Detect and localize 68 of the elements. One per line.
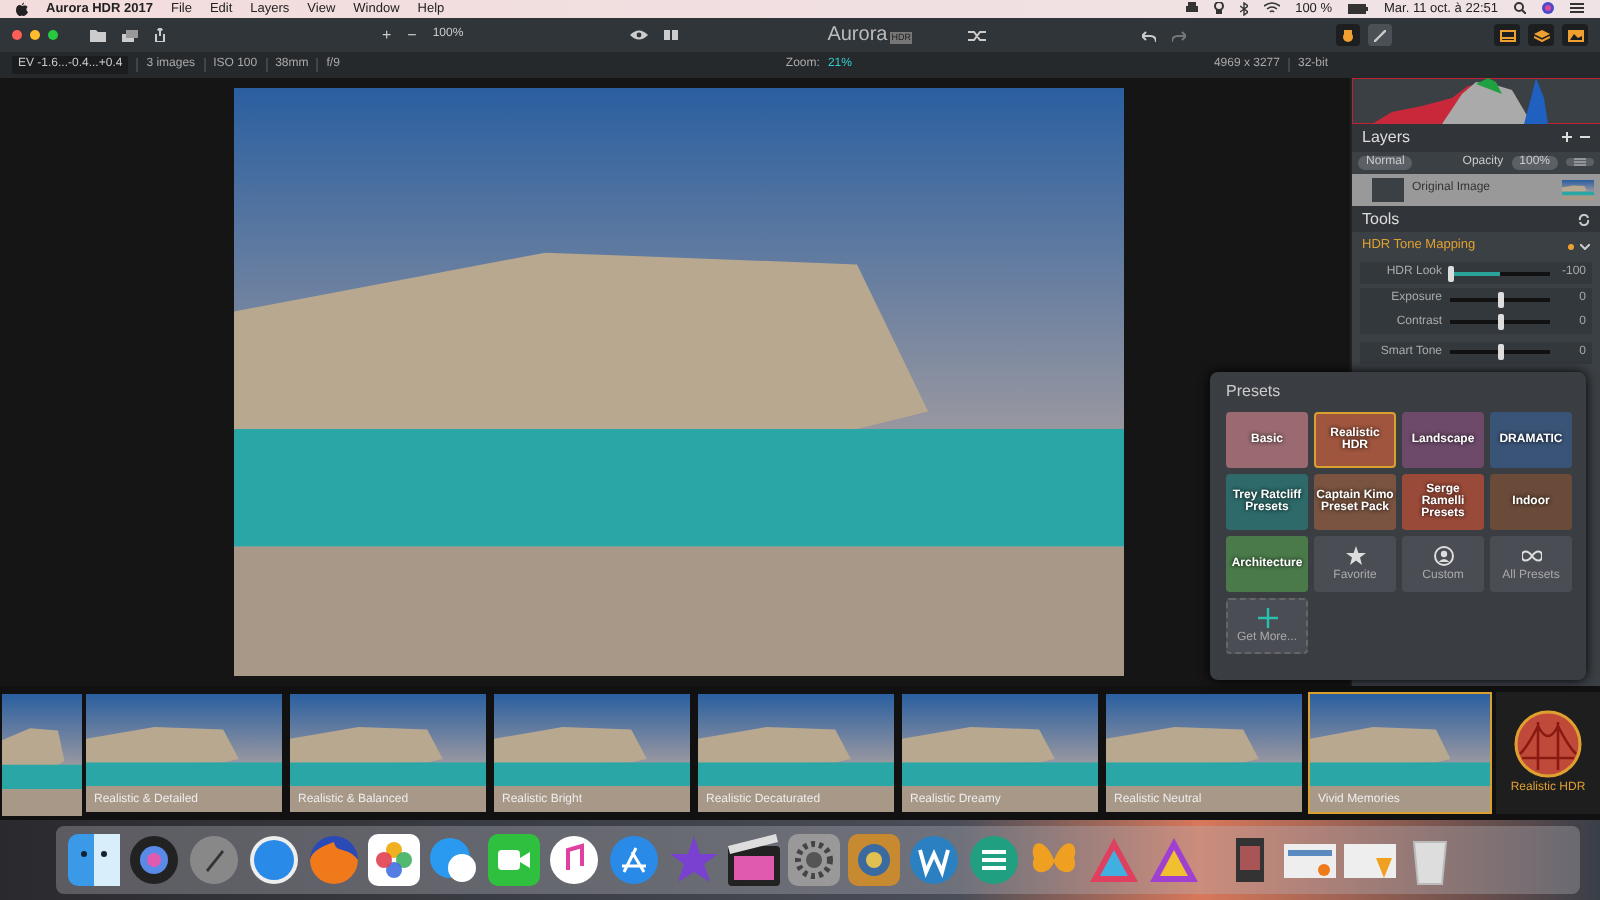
chat-bubbles-icon[interactable] bbox=[428, 834, 480, 886]
hand-tool-button[interactable] bbox=[1336, 24, 1361, 46]
image-icon[interactable] bbox=[1567, 29, 1583, 41]
siri-icon[interactable] bbox=[1542, 2, 1554, 15]
fox-globe-icon[interactable] bbox=[308, 834, 360, 886]
list-icon[interactable] bbox=[1570, 2, 1584, 15]
panel-title: Tools bbox=[1362, 209, 1400, 229]
compass-icon[interactable] bbox=[248, 834, 300, 886]
minus-icon bbox=[1580, 132, 1590, 143]
zoom-out-button[interactable]: − bbox=[407, 27, 417, 43]
share-icon[interactable] bbox=[154, 28, 166, 42]
finder-icon[interactable] bbox=[68, 834, 120, 886]
zoom-in-button[interactable]: + bbox=[382, 27, 392, 43]
wifi-icon[interactable] bbox=[1263, 2, 1280, 15]
app-logo: Aurora bbox=[827, 23, 888, 47]
music-note-icon[interactable] bbox=[548, 834, 600, 886]
flower-icon[interactable] bbox=[368, 834, 420, 886]
bottom-panel-icon[interactable] bbox=[1499, 29, 1515, 41]
slider-thumb[interactable] bbox=[1447, 265, 1453, 282]
remove-layer-button[interactable] bbox=[1580, 132, 1590, 143]
star-icon[interactable] bbox=[668, 834, 720, 886]
zoom-window-icon[interactable] bbox=[48, 30, 58, 40]
slider-thumb[interactable] bbox=[1497, 291, 1503, 308]
brush-tool-button[interactable] bbox=[1368, 24, 1393, 46]
video-camera-icon[interactable] bbox=[488, 834, 540, 886]
bridge-preset-icon[interactable] bbox=[1514, 709, 1582, 778]
clapperboard-icon[interactable] bbox=[728, 834, 780, 886]
siri-icon[interactable] bbox=[128, 834, 180, 886]
apple-icon bbox=[16, 2, 28, 16]
menu-icon bbox=[1574, 158, 1586, 167]
panel-title: Layers bbox=[1362, 128, 1411, 148]
undo-icon[interactable] bbox=[1142, 29, 1157, 41]
chevron-icon[interactable] bbox=[1580, 243, 1590, 250]
gear-icon[interactable] bbox=[788, 834, 840, 886]
app-store-icon[interactable] bbox=[608, 834, 660, 886]
layers-icon[interactable] bbox=[1533, 29, 1549, 41]
popover-title: Presets bbox=[1226, 382, 1283, 402]
star-icon bbox=[1345, 545, 1365, 566]
search-icon[interactable] bbox=[1514, 2, 1526, 15]
slider-thumb[interactable] bbox=[1497, 344, 1503, 361]
layer-image-thumbnail bbox=[1562, 179, 1594, 200]
eye-icon[interactable] bbox=[629, 30, 648, 40]
plus-icon bbox=[1562, 132, 1572, 143]
printer-icon[interactable] bbox=[1185, 2, 1198, 15]
brush-icon bbox=[1374, 29, 1387, 41]
redo-icon[interactable] bbox=[1172, 29, 1187, 41]
minimize-icon[interactable] bbox=[30, 30, 40, 40]
coast-thumbnail-drawing bbox=[2, 694, 82, 816]
close-icon[interactable] bbox=[12, 30, 22, 40]
letter-w-icon[interactable] bbox=[908, 834, 960, 886]
plus-icon bbox=[1257, 607, 1277, 628]
battery-icon[interactable] bbox=[1348, 3, 1369, 14]
triangle-icon[interactable] bbox=[1148, 834, 1200, 886]
split-view-icon[interactable] bbox=[663, 30, 678, 40]
shuffle-icon[interactable] bbox=[968, 29, 987, 41]
add-layer-button[interactable] bbox=[1562, 132, 1572, 143]
stack-icon[interactable] bbox=[122, 29, 138, 41]
slider-thumb[interactable] bbox=[1497, 314, 1503, 331]
layer-thumbnail bbox=[1372, 177, 1404, 202]
layer-menu-button[interactable] bbox=[1566, 158, 1594, 167]
status-dot bbox=[1568, 243, 1574, 250]
bluetooth-icon[interactable] bbox=[1239, 1, 1248, 16]
stripes-icon[interactable] bbox=[968, 834, 1020, 886]
infinity-icon bbox=[1521, 545, 1541, 566]
sync-icon[interactable] bbox=[1578, 213, 1590, 226]
person-icon bbox=[1433, 545, 1453, 566]
hand-icon bbox=[1342, 29, 1355, 41]
folder-icon[interactable] bbox=[90, 29, 106, 41]
